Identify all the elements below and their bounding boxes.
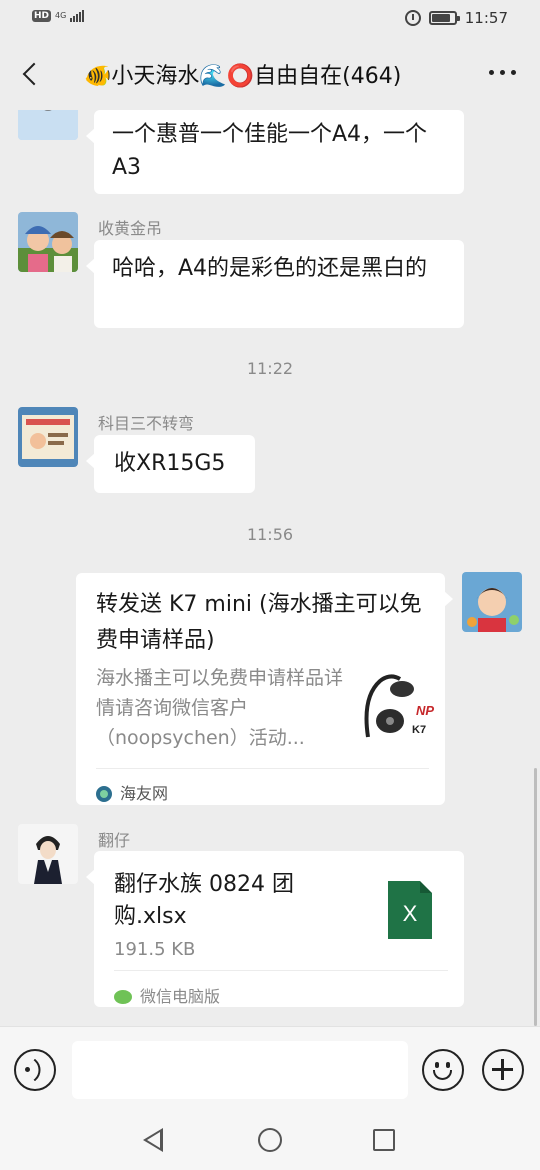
link-card-source-name: 海友网: [120, 784, 169, 803]
input-bar: [0, 1026, 540, 1114]
message-bubble[interactable]: 哈哈，A4的是彩色的还是黑白的: [86, 240, 464, 328]
link-card-thumbnail: NP K7: [356, 667, 436, 747]
avatar[interactable]: [18, 824, 78, 884]
link-card-source: 海友网: [96, 777, 168, 810]
excel-file-icon: X: [388, 881, 432, 939]
signal-icon: [70, 10, 85, 22]
scrollbar[interactable]: [534, 768, 537, 1026]
system-back-icon[interactable]: [143, 1128, 163, 1152]
system-nav-bar: [0, 1114, 540, 1170]
file-card[interactable]: 翻仔水族 0824 团购.xlsx 191.5 KB X 微信电脑版: [86, 851, 464, 1007]
status-time: 11:57: [464, 9, 508, 27]
system-home-icon[interactable]: [258, 1128, 282, 1152]
message-text: 收XR15G5: [114, 451, 226, 476]
sender-name: 翻仔: [98, 831, 131, 850]
alarm-icon: [404, 10, 421, 26]
file-source-name: 微信电脑版: [140, 987, 221, 1006]
message-list[interactable]: 一个惠普一个佳能一个A4，一个A3 收黄金吊 哈哈，A4的是彩色的还是黑白的 1…: [0, 110, 540, 1026]
avatar[interactable]: [18, 407, 78, 467]
wechat-icon: [114, 989, 132, 1004]
sender-name: 科目三不转弯: [98, 414, 195, 433]
message-text: 一个惠普一个佳能一个A4，一个A3: [112, 122, 428, 180]
avatar[interactable]: [462, 572, 522, 632]
link-card[interactable]: 转发送 K7 mini (海水播主可以免费申请样品) 海水播主可以免费申请样品详…: [76, 573, 453, 805]
more-dots-icon[interactable]: [489, 70, 516, 75]
message-bubble[interactable]: 收XR15G5: [86, 435, 255, 493]
timestamp: 11:22: [246, 359, 294, 378]
chat-title: 🐠小天海水🌊⭕自由自在(464): [84, 64, 402, 89]
link-card-description: 海水播主可以免费申请样品详情请咨询微信客户（noopsychen）活动...: [96, 667, 344, 749]
link-card-title: 转发送 K7 mini (海水播主可以免费申请样品): [96, 592, 422, 653]
status-bar: HD 4G 11:57: [0, 0, 540, 38]
message-text: 哈哈，A4的是彩色的还是黑白的: [112, 256, 428, 281]
battery-icon: [428, 11, 460, 25]
network-label: 4G: [55, 11, 67, 20]
battery-fill: [431, 14, 451, 22]
file-name: 翻仔水族 0824 团购.xlsx: [114, 872, 294, 929]
svg-text:NP: NP: [416, 703, 434, 718]
voice-icon[interactable]: [14, 1049, 56, 1091]
file-source: 微信电脑版: [114, 980, 220, 1013]
site-logo-icon: [96, 785, 112, 802]
chat-header: 🐠小天海水🌊⭕自由自在(464): [0, 38, 540, 110]
back-chevron-icon[interactable]: [14, 56, 50, 92]
card-divider: [96, 768, 429, 769]
hd-badge: HD: [32, 10, 52, 22]
message-input[interactable]: [72, 1041, 408, 1099]
timestamp: 11:56: [246, 525, 294, 544]
avatar[interactable]: [18, 110, 78, 140]
sender-name: 收黄金吊: [98, 219, 163, 238]
message-bubble[interactable]: 一个惠普一个佳能一个A4，一个A3: [86, 110, 464, 194]
avatar[interactable]: [18, 212, 78, 272]
emoji-icon[interactable]: [422, 1049, 464, 1091]
excel-file-letter: X: [402, 901, 418, 926]
card-divider: [114, 970, 448, 971]
file-size: 191.5 KB: [114, 939, 196, 960]
thumb-caption: K7: [412, 724, 426, 736]
plus-icon[interactable]: [482, 1049, 524, 1091]
system-recents-icon[interactable]: [373, 1129, 395, 1151]
